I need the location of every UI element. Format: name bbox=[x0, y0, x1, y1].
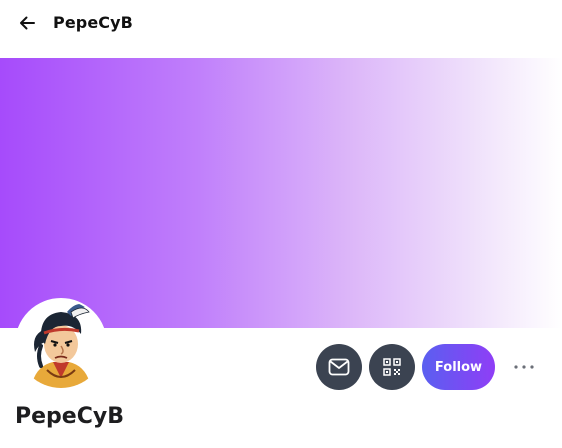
follow-button[interactable]: Follow bbox=[422, 344, 495, 390]
arrow-left-icon bbox=[20, 16, 35, 30]
more-options-button[interactable] bbox=[508, 354, 540, 380]
top-bar: PepeCyB bbox=[0, 0, 562, 50]
cartoon-avatar bbox=[17, 300, 105, 388]
profile-name: PepeCyB bbox=[15, 404, 124, 429]
page-title: PepeCyB bbox=[53, 13, 133, 32]
qr-code-icon bbox=[383, 358, 401, 376]
profile-banner bbox=[0, 58, 562, 328]
envelope-icon bbox=[328, 358, 350, 376]
message-button[interactable] bbox=[316, 344, 362, 390]
more-horizontal-icon bbox=[514, 365, 534, 369]
back-button[interactable] bbox=[14, 10, 40, 36]
avatar[interactable] bbox=[15, 298, 107, 390]
profile-page: PepeCyB Follow PepeCyB bbox=[0, 0, 562, 448]
qr-code-button[interactable] bbox=[369, 344, 415, 390]
